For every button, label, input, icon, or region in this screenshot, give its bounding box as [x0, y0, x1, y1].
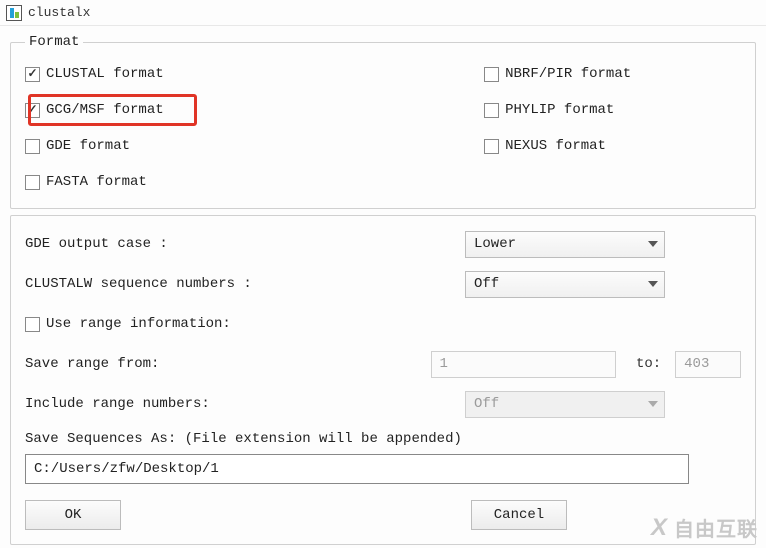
gde-checkbox[interactable]	[25, 139, 40, 154]
nexus-checkbox-row[interactable]: NEXUS format	[484, 134, 741, 158]
window-title: clustalx	[28, 5, 90, 20]
chevron-down-icon	[648, 241, 658, 247]
titlebar: clustalx	[0, 0, 766, 26]
nbrf-checkbox[interactable]	[484, 67, 499, 82]
range-to-input[interactable]: 403	[675, 351, 741, 378]
include-range-value: Off	[474, 396, 499, 412]
phylip-checkbox-row[interactable]: PHYLIP format	[484, 98, 741, 122]
include-range-label: Include range numbers:	[25, 396, 455, 412]
clustal-label: CLUSTAL format	[46, 66, 164, 82]
gde-case-combo[interactable]: Lower	[465, 231, 665, 258]
chevron-down-icon	[648, 281, 658, 287]
format-legend: Format	[25, 34, 83, 50]
nbrf-checkbox-row[interactable]: NBRF/PIR format	[484, 62, 741, 86]
gde-case-value: Lower	[474, 236, 516, 252]
cancel-button-label: Cancel	[494, 507, 544, 523]
range-to-label: to:	[636, 356, 661, 372]
save-as-value: C:/Users/zfw/Desktop/1	[34, 461, 219, 477]
gcgmsf-checkbox[interactable]	[25, 103, 40, 118]
save-as-input[interactable]: C:/Users/zfw/Desktop/1	[25, 454, 689, 484]
include-range-row: Include range numbers: Off	[25, 390, 741, 418]
clustalw-seq-row: CLUSTALW sequence numbers : Off	[25, 270, 741, 298]
clustalw-seq-label: CLUSTALW sequence numbers :	[25, 276, 455, 292]
clustal-checkbox[interactable]	[25, 67, 40, 82]
nbrf-label: NBRF/PIR format	[505, 66, 631, 82]
options-panel: GDE output case : Lower CLUSTALW sequenc…	[10, 215, 756, 545]
nexus-label: NEXUS format	[505, 138, 606, 154]
app-icon	[6, 5, 22, 21]
include-range-combo: Off	[465, 391, 665, 418]
button-row: OK Cancel	[25, 500, 741, 530]
clustalw-seq-value: Off	[474, 276, 499, 292]
gde-label: GDE format	[46, 138, 130, 154]
clustalw-seq-combo[interactable]: Off	[465, 271, 665, 298]
gde-checkbox-row[interactable]: GDE format	[25, 134, 444, 158]
gde-case-label: GDE output case :	[25, 236, 455, 252]
fasta-checkbox[interactable]	[25, 175, 40, 190]
range-from-label: Save range from:	[25, 356, 421, 372]
phylip-checkbox[interactable]	[484, 103, 499, 118]
range-from-row: Save range from: 1 to: 403	[25, 350, 741, 378]
save-as-label: Save Sequences As: (File extension will …	[25, 431, 741, 447]
save-as-input-row: C:/Users/zfw/Desktop/1	[25, 454, 741, 484]
use-range-checkbox-row[interactable]: Use range information:	[25, 316, 231, 332]
cancel-button[interactable]: Cancel	[471, 500, 567, 530]
ok-button-label: OK	[65, 507, 82, 523]
gde-case-row: GDE output case : Lower	[25, 230, 741, 258]
use-range-label: Use range information:	[46, 316, 231, 332]
nexus-checkbox[interactable]	[484, 139, 499, 154]
chevron-down-icon	[648, 401, 658, 407]
range-from-input[interactable]: 1	[431, 351, 616, 378]
format-group: Format CLUSTAL format GCG/MSF format GDE…	[10, 34, 756, 209]
fasta-label: FASTA format	[46, 174, 147, 190]
phylip-label: PHYLIP format	[505, 102, 614, 118]
gcgmsf-label: GCG/MSF format	[46, 102, 164, 118]
save-as-label-row: Save Sequences As: (File extension will …	[25, 430, 741, 448]
ok-button[interactable]: OK	[25, 500, 121, 530]
use-range-checkbox[interactable]	[25, 317, 40, 332]
clustal-checkbox-row[interactable]: CLUSTAL format	[25, 62, 444, 86]
gcgmsf-checkbox-row[interactable]: GCG/MSF format	[25, 98, 444, 122]
dialog-area: Format CLUSTAL format GCG/MSF format GDE…	[0, 34, 766, 548]
fasta-checkbox-row[interactable]: FASTA format	[25, 170, 444, 194]
range-from-value: 1	[440, 356, 448, 372]
range-to-value: 403	[684, 356, 709, 372]
use-range-row: Use range information:	[25, 310, 741, 338]
